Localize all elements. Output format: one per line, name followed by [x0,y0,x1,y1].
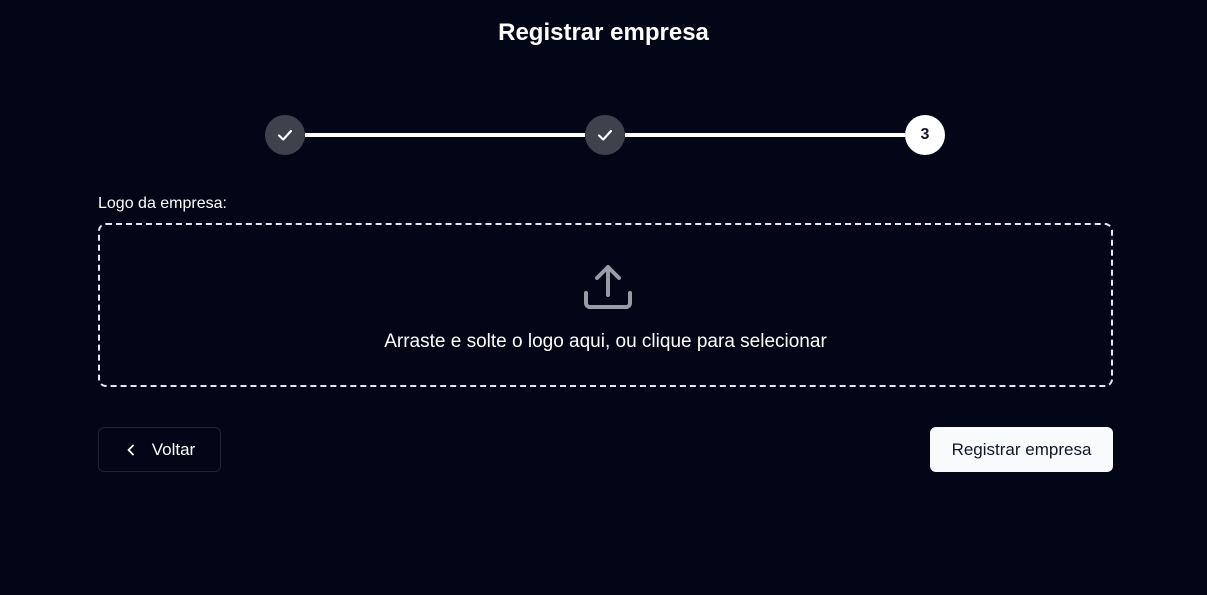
back-button[interactable]: Voltar [98,427,221,472]
check-icon [277,129,293,141]
logo-dropzone[interactable]: Arraste e solte o logo aqui, ou clique p… [98,223,1113,387]
stepper-connector-2 [625,133,905,137]
check-icon [597,129,613,141]
logo-field-label: Logo da empresa: [98,195,227,212]
stepper-connector-1 [305,133,585,137]
register-company-button-label: Registrar empresa [951,439,1092,459]
step-3-current: 3 [905,115,945,155]
upload-icon [584,265,632,309]
page-title: Registrar empresa [498,19,709,46]
step-3-number: 3 [920,126,930,143]
progress-stepper: 3 [265,115,945,155]
back-button-label: Voltar [151,439,196,459]
dropzone-instruction: Arraste e solte o logo aqui, ou clique p… [384,331,827,352]
chevron-left-icon [124,443,138,457]
register-company-page: Registrar empresa 3 Logo da empresa: Arr… [0,0,1207,595]
register-company-button[interactable]: Registrar empresa [930,427,1113,472]
step-2-completed [585,115,625,155]
step-1-completed [265,115,305,155]
